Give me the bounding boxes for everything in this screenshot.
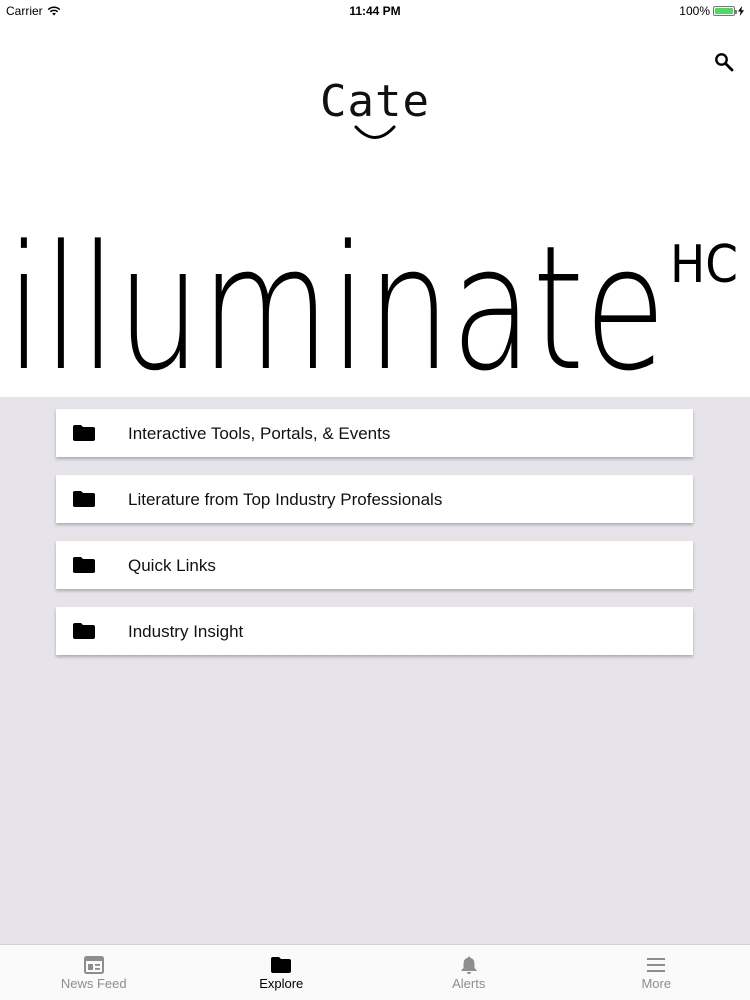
folder-icon [271,957,292,973]
logo-text: Cate [320,76,430,127]
folder-icon [73,623,95,639]
banner-word: illuminate [6,220,666,380]
tab-alerts[interactable]: Alerts [375,945,563,1000]
folder-icon [73,491,95,507]
tab-label: More [641,976,672,991]
category-label: Literature from Top Industry Professiona… [128,490,443,509]
category-label: Industry Insight [128,622,244,641]
cate-logo: Cate [0,80,750,140]
battery-icon [713,6,737,16]
tab-label: Explore [259,976,304,991]
tab-bar: News Feed Explore Alerts More [0,944,750,1000]
category-label: Quick Links [128,556,216,575]
newspaper-icon [83,956,104,974]
folder-icon [73,557,95,573]
search-button[interactable] [712,50,736,74]
category-list: Interactive Tools, Portals, & Events Lit… [56,409,693,673]
app-screen: Carrier 11:44 PM 100% Cate illuminate HC… [0,0,750,1000]
bell-icon [461,956,477,974]
menu-icon [647,958,666,972]
category-industry-insight[interactable]: Industry Insight [56,607,693,655]
category-quick-links[interactable]: Quick Links [56,541,693,589]
category-label: Interactive Tools, Portals, & Events [128,424,391,443]
status-bar: Carrier 11:44 PM 100% [0,0,750,22]
battery-indicator: 100% [679,4,744,18]
tab-news-feed[interactable]: News Feed [0,945,188,1000]
search-icon [715,53,734,72]
folder-icon [73,425,95,441]
category-literature[interactable]: Literature from Top Industry Professiona… [56,475,693,523]
clock: 11:44 PM [349,4,401,18]
tab-label: Alerts [452,976,486,991]
header: Cate illuminate HC [0,22,750,397]
banner-suffix: HC [670,235,738,295]
tab-explore[interactable]: Explore [188,945,376,1000]
tab-more[interactable]: More [563,945,750,1000]
battery-percent: 100% [679,4,710,18]
charging-bolt-icon [738,6,744,16]
category-interactive-tools[interactable]: Interactive Tools, Portals, & Events [56,409,693,457]
illuminate-banner: illuminate HC [4,220,740,380]
tab-label: News Feed [60,976,127,991]
battery-level [715,8,733,14]
